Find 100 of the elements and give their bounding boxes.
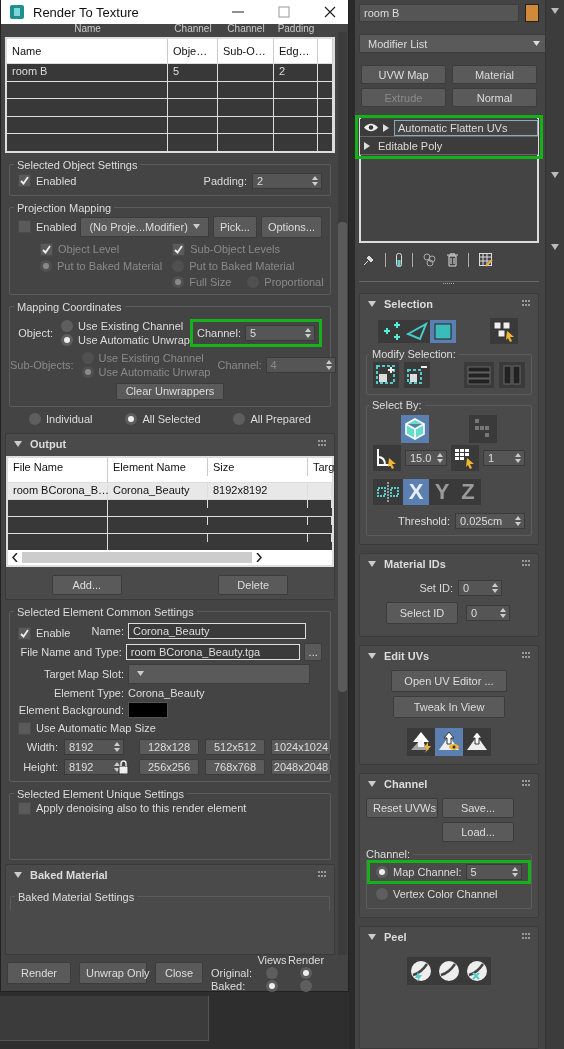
radio-button[interactable] [266, 980, 278, 992]
square-icon[interactable] [430, 319, 456, 343]
dropdown-arrow-icon[interactable] [551, 244, 559, 250]
rollout-title[interactable]: Peel [384, 931, 514, 943]
collapse-triangle-icon[interactable] [368, 300, 376, 308]
spinner-field[interactable]: 0 [458, 580, 502, 596]
button[interactable]: Render [7, 962, 71, 984]
test-tube-icon[interactable] [396, 253, 402, 267]
column-header[interactable]: Size [208, 457, 308, 476]
button[interactable]: Add... [51, 574, 122, 595]
spinner-field[interactable]: 5 [245, 324, 315, 341]
column-header[interactable]: Name [7, 39, 168, 63]
button[interactable]: 128x128 [139, 738, 199, 755]
rollout-title[interactable]: Output [30, 437, 310, 450]
column-header[interactable]: Sub-O… [218, 39, 274, 63]
collapse-triangle-icon[interactable] [368, 933, 376, 941]
grip-icon[interactable] [318, 870, 326, 879]
grip-icon[interactable] [522, 300, 530, 308]
cube-icon[interactable] [400, 415, 429, 443]
spinner-field[interactable]: 0 [466, 605, 510, 621]
button[interactable]: 1024x1024 [271, 738, 331, 755]
column-header[interactable]: Edg… [274, 39, 318, 63]
button[interactable]: Delete [218, 574, 289, 595]
rollout-title[interactable]: Edit UVs [384, 650, 514, 662]
grow-icon[interactable] [373, 362, 399, 388]
radio-button[interactable] [376, 866, 388, 878]
close-icon[interactable] [324, 6, 336, 18]
collapse-triangle-icon[interactable] [368, 780, 376, 788]
checkbox[interactable] [18, 174, 31, 187]
dropdown-arrow-icon[interactable] [551, 172, 559, 178]
button[interactable]: Open UV Editor ... [391, 670, 507, 692]
spinner-field[interactable]: 0.025cm [455, 513, 525, 529]
radio-button[interactable] [61, 333, 74, 346]
radio-button[interactable] [61, 319, 74, 332]
table-edit-icon[interactable] [479, 253, 493, 267]
scrollbar-thumb[interactable] [338, 222, 347, 692]
grip-icon[interactable] [318, 439, 326, 448]
scroll-left-icon[interactable] [12, 552, 18, 562]
expand-triangle-icon[interactable] [364, 141, 370, 150]
nodes-icon[interactable] [469, 415, 498, 443]
object-color-swatch[interactable] [525, 4, 539, 22]
checkbox[interactable] [18, 626, 31, 640]
button[interactable]: Pick... [212, 215, 257, 238]
rollout-title[interactable]: Selection [384, 298, 514, 310]
tweak-eye-icon[interactable] [435, 728, 463, 756]
radio-button[interactable] [300, 967, 312, 979]
vertex-icon[interactable] [378, 319, 404, 343]
radio-button[interactable] [28, 412, 41, 425]
grip-icon[interactable] [522, 780, 530, 788]
collapse-triangle-icon[interactable] [14, 870, 22, 879]
button[interactable]: Select ID [386, 602, 458, 624]
object-name-field[interactable]: room B [359, 4, 520, 22]
tweak-lightning-icon[interactable] [407, 728, 435, 756]
peel-bolt-icon[interactable] [407, 957, 435, 985]
rollout-title[interactable]: Channel [384, 778, 514, 790]
text-field[interactable]: Corona_Beauty [128, 623, 306, 639]
button[interactable]: 256x256 [139, 758, 199, 775]
spinner-field[interactable]: 8192 [64, 758, 124, 775]
horizontal-scrollbar[interactable] [8, 549, 332, 565]
angle-cursor-icon[interactable] [373, 445, 401, 471]
expand-triangle-icon[interactable] [383, 123, 389, 132]
radio-button[interactable] [266, 967, 278, 979]
column-header[interactable]: File Name [8, 457, 108, 476]
column-header[interactable]: Obje… [168, 39, 218, 63]
button[interactable]: Load... [442, 822, 514, 842]
peel-arrows-icon[interactable] [463, 957, 491, 985]
grip-icon[interactable] [522, 560, 530, 568]
button[interactable]: Save... [442, 798, 514, 818]
button[interactable]: Reset UVWs [366, 798, 438, 818]
spinner-field[interactable]: 2 [252, 172, 322, 189]
trash-icon[interactable] [447, 253, 458, 267]
dropdown[interactable]: (No Proje...Modifier) [80, 216, 209, 237]
triangle-icon[interactable] [404, 319, 430, 343]
grip-icon[interactable] [522, 652, 530, 660]
button[interactable]: 768x768 [205, 758, 265, 775]
eye-icon[interactable] [364, 123, 378, 132]
column-header[interactable]: Element Name [108, 457, 208, 476]
divider-grip-icon[interactable] [443, 282, 455, 285]
collapse-triangle-icon[interactable] [14, 439, 22, 448]
button[interactable]: 2048x2048 [271, 758, 331, 775]
radio-button[interactable] [125, 412, 138, 425]
button[interactable]: Tweak In View [393, 696, 505, 718]
text-field[interactable]: room BCorona_Beauty.tga [125, 643, 301, 660]
button[interactable]: UVW Map [361, 65, 446, 84]
grid-cursor-icon[interactable] [451, 445, 479, 471]
spinner-field[interactable]: 5 [465, 864, 522, 880]
spinner-field[interactable]: 15.0 [405, 450, 447, 466]
rollout-title[interactable]: Baked Material [30, 868, 310, 881]
scroll-right-icon[interactable] [256, 552, 262, 562]
color-swatch[interactable] [128, 701, 168, 718]
axis-button[interactable]: Y [429, 479, 455, 505]
button[interactable]: Material [452, 65, 537, 84]
button[interactable]: ... [304, 642, 322, 661]
cubes-cursor-icon[interactable] [490, 318, 518, 344]
mirror-icon[interactable] [373, 479, 403, 505]
dropdown-arrow-icon[interactable] [551, 8, 559, 14]
scrollbar-thumb[interactable] [22, 551, 252, 563]
radio-button[interactable] [300, 980, 312, 992]
pin-icon[interactable] [363, 254, 375, 266]
button[interactable]: Normal [452, 88, 537, 107]
